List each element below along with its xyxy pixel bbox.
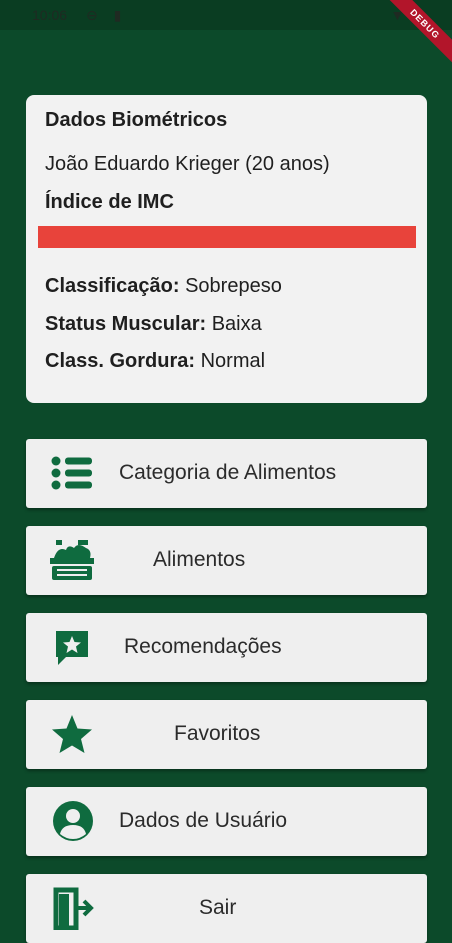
imc-title: Índice de IMC [45, 191, 174, 213]
recommendations-button[interactable]: Recomendações [26, 613, 427, 682]
exit-label: Sair [199, 896, 237, 919]
recommendations-label: Recomendações [124, 635, 282, 658]
fat-class-row: Class. Gordura: Normal [45, 350, 265, 373]
exit-button[interactable]: Sair [26, 874, 427, 943]
muscle-status-value: Baixa [211, 313, 262, 335]
food-categories-button[interactable]: Categoria de Alimentos [26, 439, 427, 508]
imc-bar [38, 226, 416, 248]
classification-value: Sobrepeso [185, 275, 282, 297]
food-basket-icon [50, 540, 94, 580]
classification-row: Classificação: Sobrepeso [45, 275, 282, 298]
fat-class-label: Class. Gordura: [45, 350, 196, 372]
foods-label: Alimentos [153, 548, 246, 571]
exit-icon [53, 887, 94, 930]
user-name-age: João Eduardo Krieger (20 anos) [45, 153, 330, 175]
favorites-label: Favoritos [174, 722, 261, 745]
account-icon [53, 801, 93, 841]
status-bar: 10:06 ⊖ ▮ ▼ 2 [0, 0, 452, 30]
user-data-label: Dados de Usuário [119, 809, 288, 832]
star-icon [52, 715, 92, 753]
muscle-status-label: Status Muscular: [45, 313, 207, 335]
biometric-card: Dados Biométricos João Eduardo Krieger (… [26, 95, 427, 403]
favorites-button[interactable]: Favoritos [26, 700, 427, 769]
user-data-button[interactable]: Dados de Usuário [26, 787, 427, 856]
fat-class-value: Normal [200, 350, 266, 372]
recommend-icon [56, 631, 88, 665]
status-notification-icons: ⊖ ▮ [86, 7, 128, 23]
classification-label: Classificação: [45, 275, 180, 297]
foods-button[interactable]: Alimentos [26, 526, 427, 595]
card-title: Dados Biométricos [45, 109, 228, 131]
muscle-status-row: Status Muscular: Baixa [45, 313, 262, 336]
list-icon [51, 456, 92, 490]
food-categories-label: Categoria de Alimentos [119, 461, 337, 484]
status-time: 10:06 [32, 7, 68, 23]
